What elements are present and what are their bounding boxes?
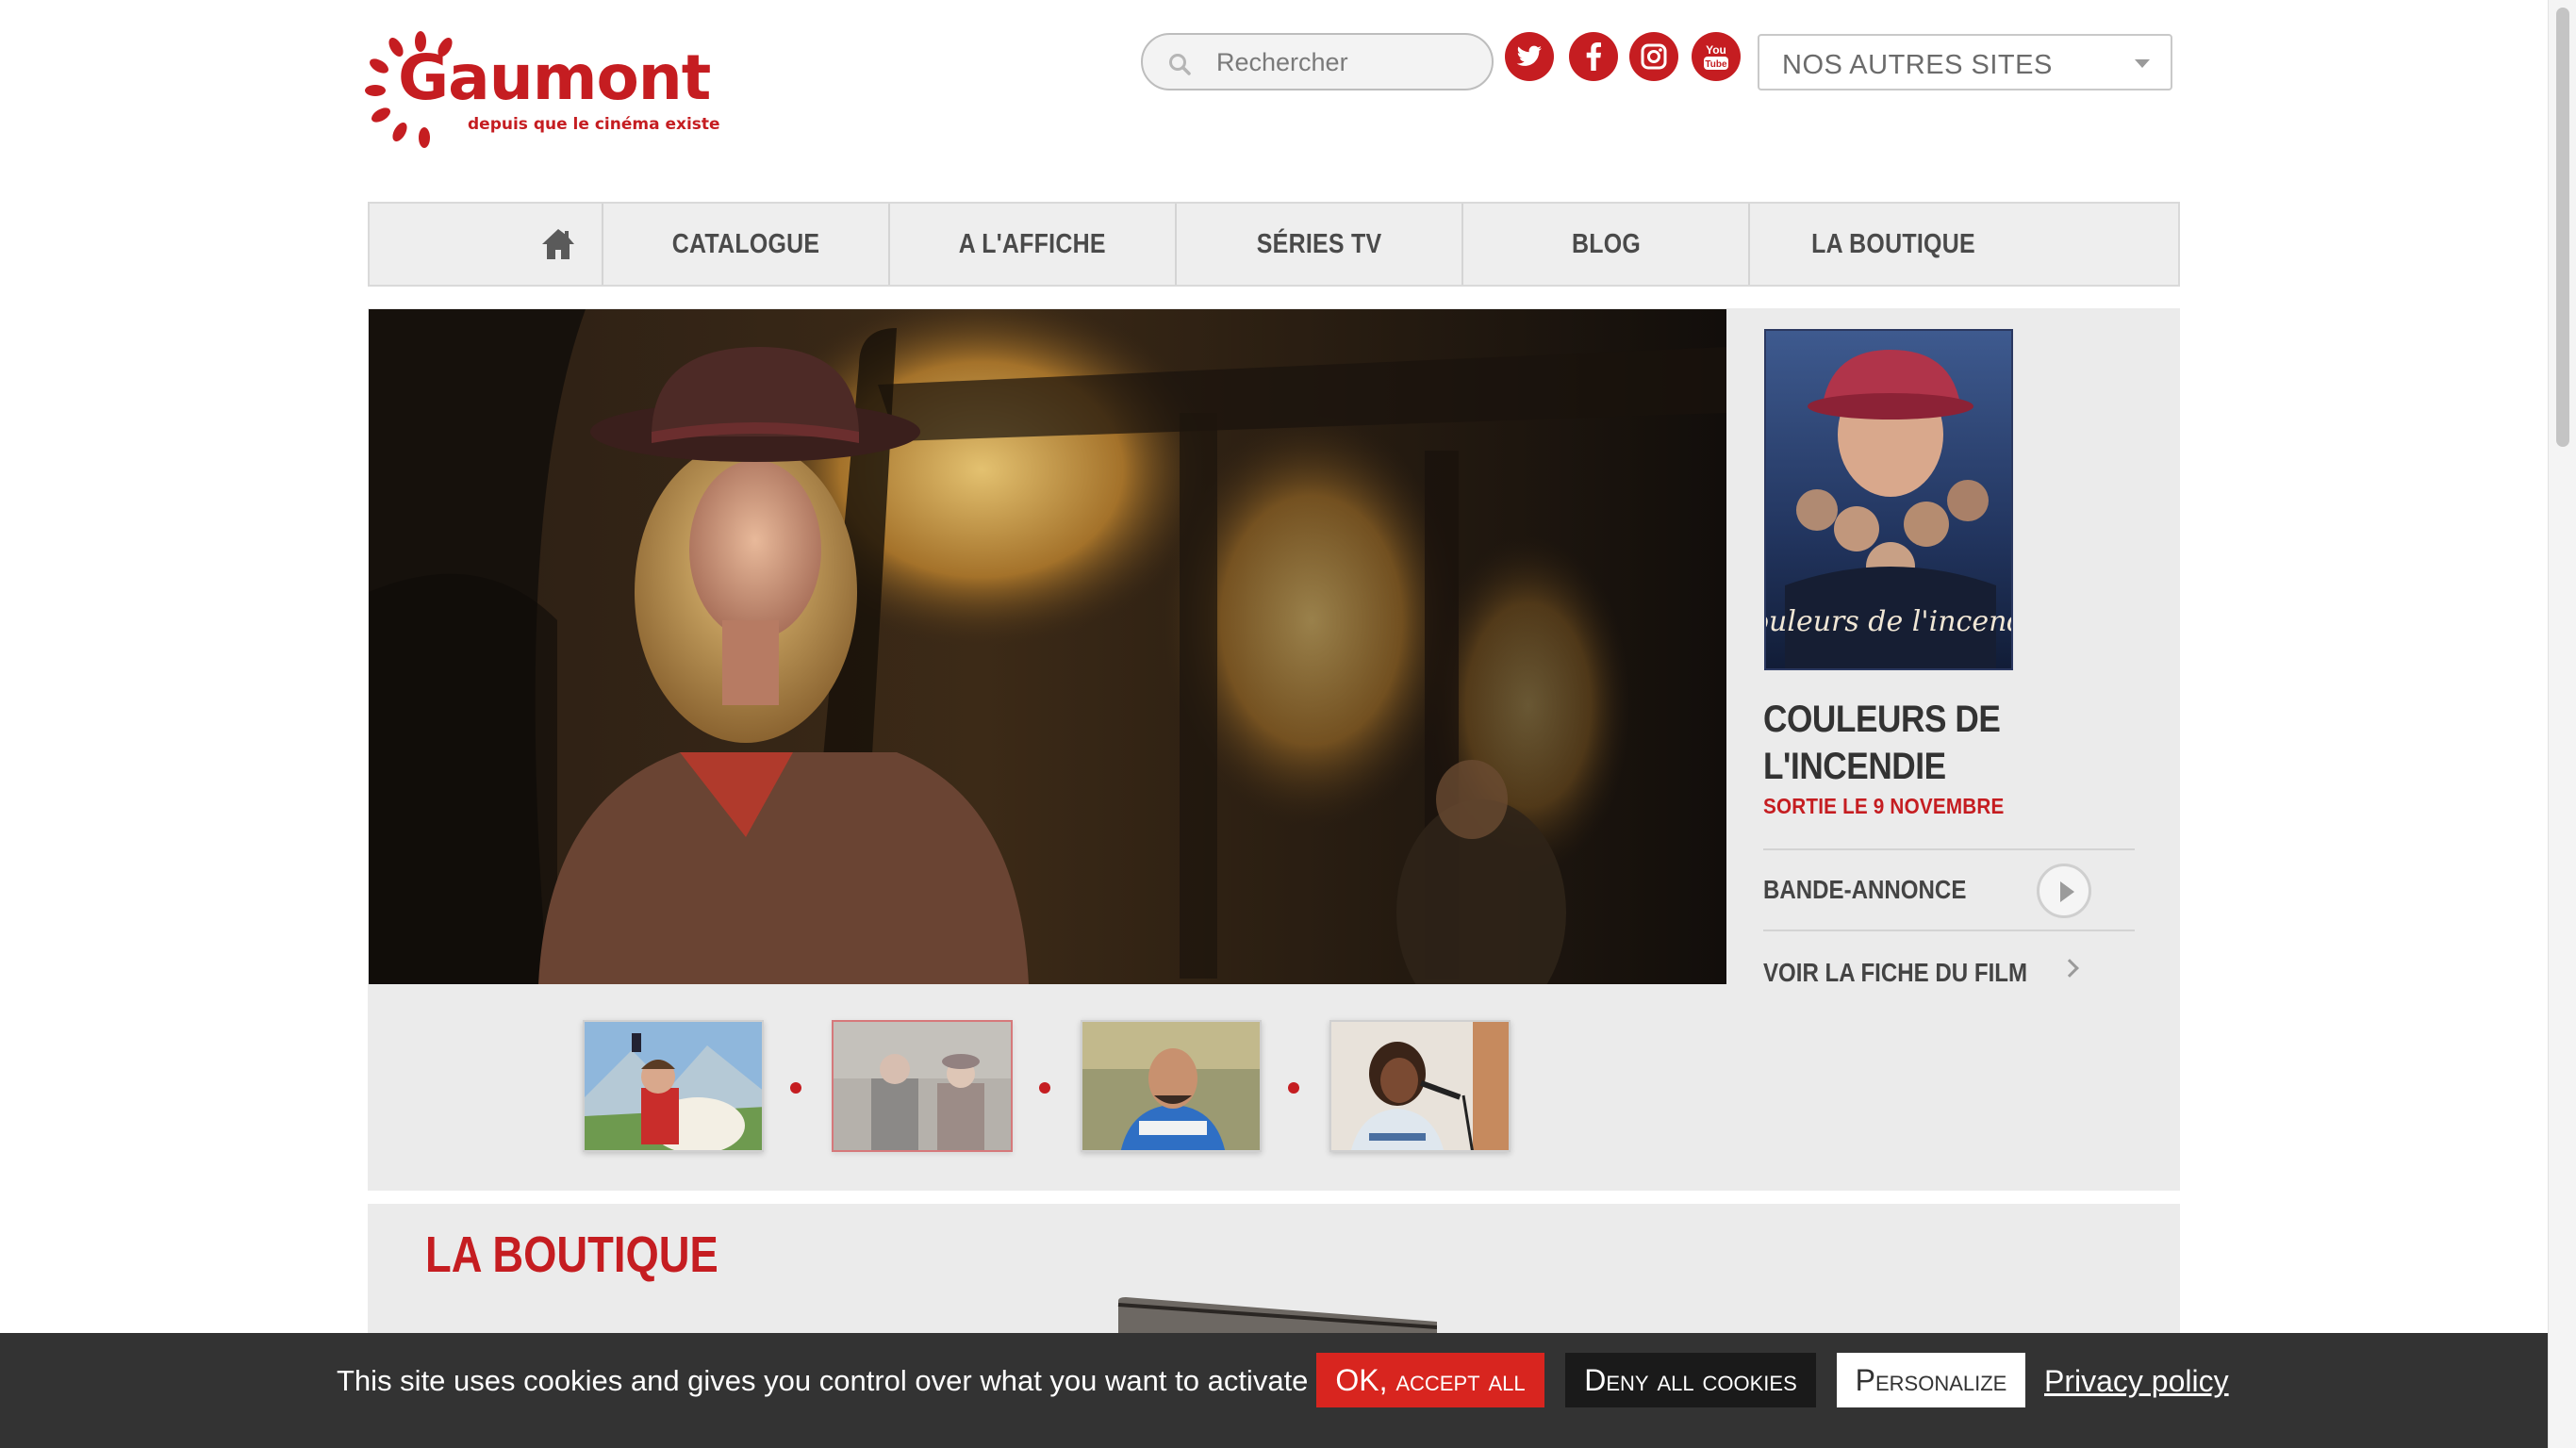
privacy-policy-link[interactable]: Privacy policy <box>2044 1364 2229 1399</box>
cookie-message: This site uses cookies and gives you con… <box>337 1364 1309 1397</box>
logo-wordmark: Gaumont <box>398 41 711 114</box>
nav-item-blog[interactable]: BLOG <box>1463 204 1750 285</box>
thumbnail-man-ski-suit[interactable] <box>1081 1020 1262 1152</box>
youtube-icon-text-bottom: Tube <box>1705 59 1727 70</box>
instagram-icon[interactable] <box>1629 32 1678 81</box>
logo-tagline: depuis que le cinéma existe <box>468 115 720 134</box>
nav-home[interactable] <box>370 204 603 285</box>
carousel-dot <box>1288 1082 1299 1094</box>
twitter-icon[interactable] <box>1505 32 1554 81</box>
facebook-icon[interactable] <box>1569 32 1618 81</box>
trailer-link[interactable]: BANDE-ANNONCE <box>1763 852 2135 928</box>
page-scrollbar[interactable] <box>2548 0 2576 1448</box>
trailer-label: BANDE-ANNONCE <box>1763 875 1967 904</box>
nav-item-series-tv[interactable]: SÉRIES TV <box>1177 204 1463 285</box>
film-release-date: SORTIE LE 9 NOVEMBRE <box>1763 794 2005 818</box>
personalize-cookies-button[interactable]: Personalize <box>1837 1353 2025 1407</box>
deny-all-cookies-button[interactable]: Deny all cookies <box>1565 1353 1816 1407</box>
accept-all-cookies-button[interactable]: OK, accept all <box>1316 1353 1544 1407</box>
search-box[interactable] <box>1141 33 1494 90</box>
film-details-label: VOIR LA FICHE DU FILM <box>1763 958 2028 987</box>
boutique-title[interactable]: LA BOUTIQUE <box>425 1226 774 1284</box>
poster-title: Couleurs de l'incendie <box>1766 605 2013 638</box>
search-input[interactable] <box>1216 44 1480 80</box>
nav-item-la-boutique[interactable]: LA BOUTIQUE <box>1750 204 2037 285</box>
youtube-icon[interactable]: You Tube <box>1692 32 1741 81</box>
chevron-down-icon <box>2135 59 2150 68</box>
film-title[interactable]: COULEURS DE L'INCENDIE <box>1763 696 2159 790</box>
carousel-dot <box>790 1082 801 1094</box>
thumbnail-boy-with-dog[interactable] <box>583 1020 764 1152</box>
divider <box>1763 848 2135 850</box>
boutique-product-image[interactable] <box>1116 1297 1437 1335</box>
film-details-link[interactable]: VOIR LA FICHE DU FILM <box>1763 935 2135 1011</box>
youtube-icon-text-top: You <box>1706 43 1726 57</box>
film-title-line2: L'INCENDIE <box>1763 746 1946 787</box>
play-icon[interactable] <box>2037 864 2091 918</box>
film-title-line1: COULEURS DE <box>1763 699 2001 740</box>
gaumont-logo[interactable]: Gaumont depuis que le cinéma existe <box>364 28 720 151</box>
film-poster[interactable]: Couleurs de l'incendie <box>1764 329 2013 670</box>
home-icon <box>542 229 574 259</box>
carousel-dot <box>1039 1082 1050 1094</box>
nav-item-catalogue[interactable]: CATALOGUE <box>603 204 890 285</box>
thumbnail-couple-period[interactable] <box>832 1020 1013 1152</box>
nav-item-a-laffiche[interactable]: A L'AFFICHE <box>890 204 1177 285</box>
other-sites-select[interactable]: NOS AUTRES SITES <box>1758 34 2172 90</box>
hero-image[interactable] <box>369 309 1726 984</box>
search-icon <box>1169 54 1191 75</box>
main-nav: CATALOGUE A L'AFFICHE SÉRIES TV BLOG LA … <box>368 202 2180 287</box>
other-sites-label: NOS AUTRES SITES <box>1782 50 2053 80</box>
thumbnail-girl-singing[interactable] <box>1329 1020 1511 1152</box>
divider <box>1763 930 2135 931</box>
scrollbar-thumb[interactable] <box>2556 8 2569 447</box>
